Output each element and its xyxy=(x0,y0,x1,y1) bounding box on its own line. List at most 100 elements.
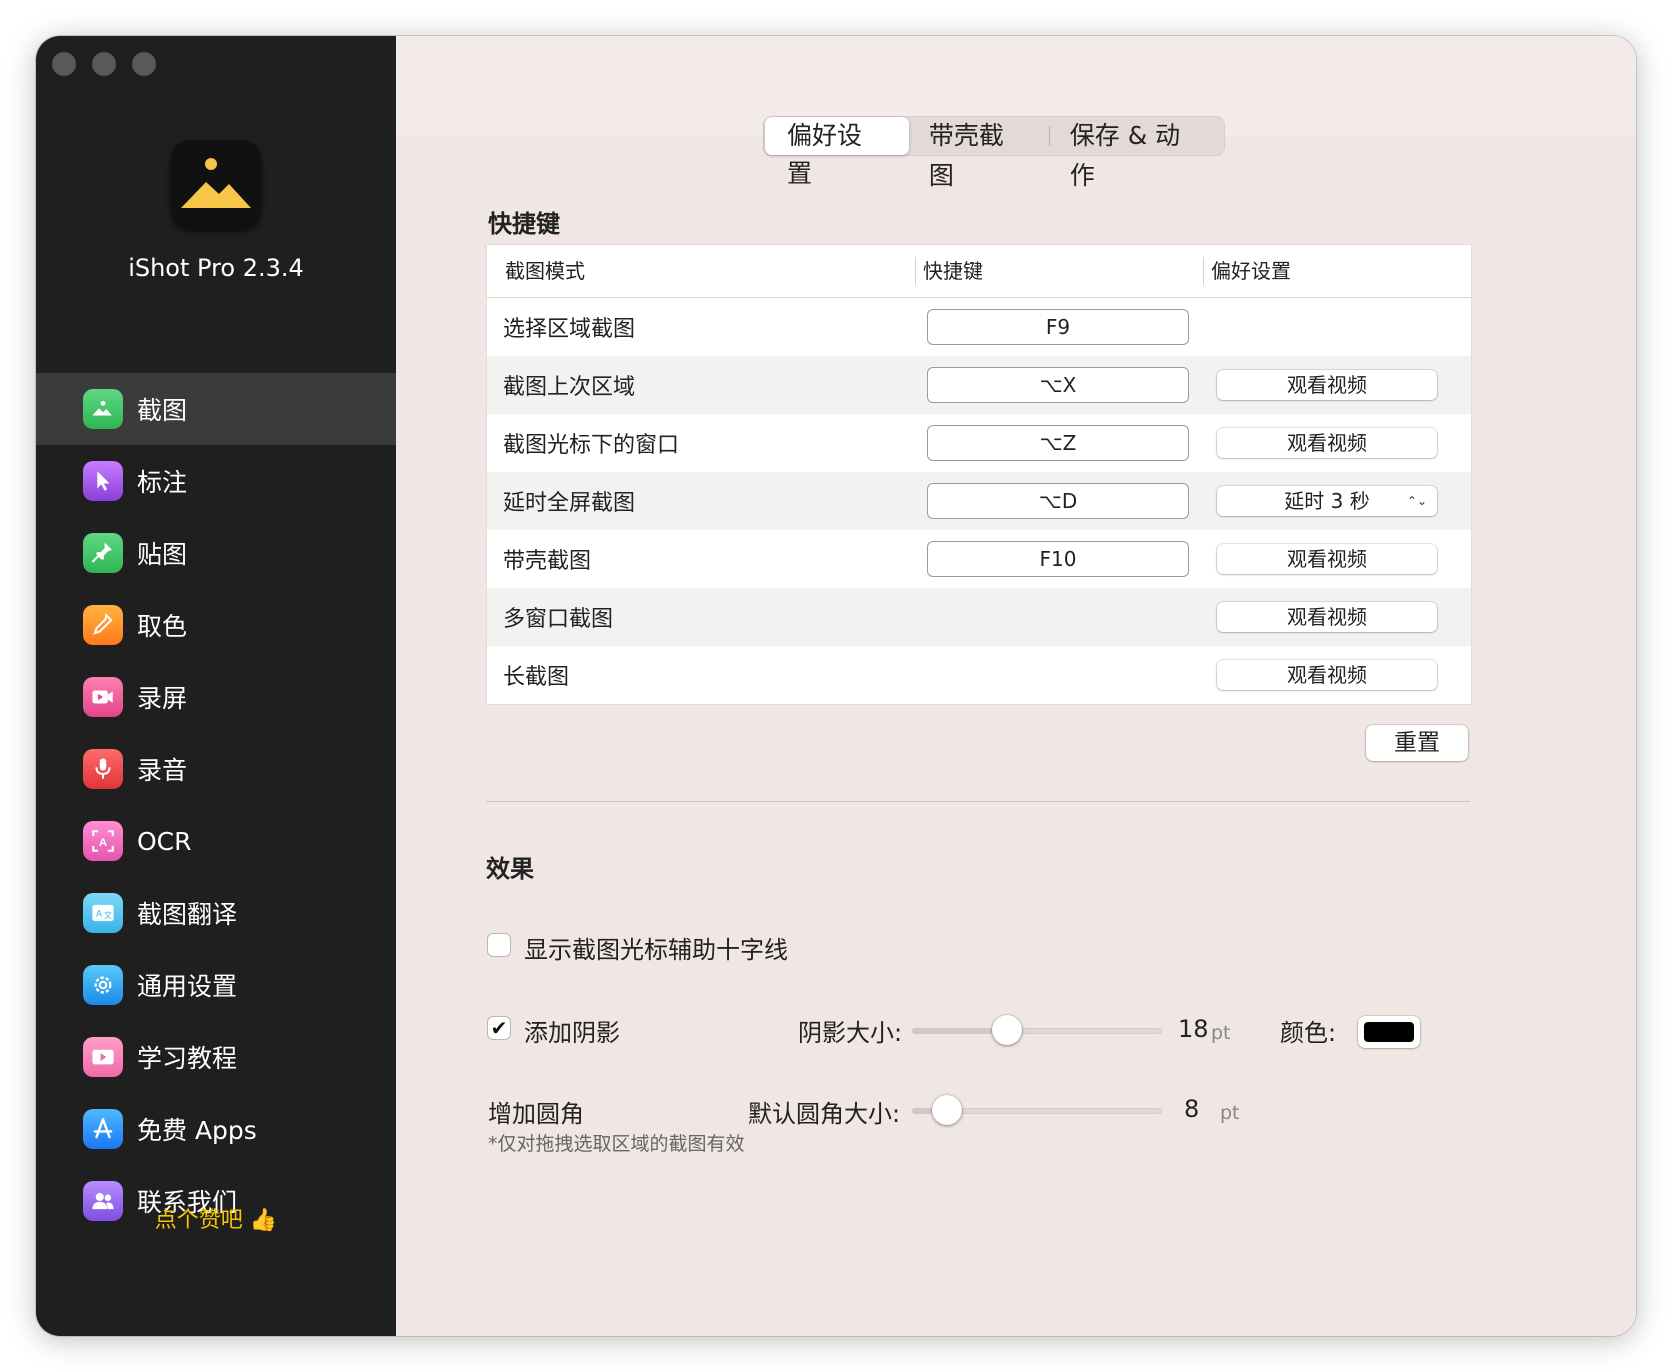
app-logo-icon xyxy=(171,140,261,230)
close-window-button[interactable] xyxy=(52,52,76,76)
button-label: 观看视频 xyxy=(1287,373,1367,397)
sidebar-item-6[interactable]: A OCR xyxy=(36,805,396,877)
watch-video-button[interactable]: 观看视频 xyxy=(1217,660,1437,690)
zoom-window-button[interactable] xyxy=(132,52,156,76)
sidebar-item-label: 截图翻译 xyxy=(137,900,238,929)
table-header: 截图模式 快捷键 偏好设置 xyxy=(487,245,1471,298)
minimize-window-button[interactable] xyxy=(92,52,116,76)
table-row: 多窗口截图 观看视频 xyxy=(487,588,1471,646)
svg-text:A: A xyxy=(99,837,107,849)
sidebar-item-label: 取色 xyxy=(137,612,188,641)
color-label: 颜色: xyxy=(1280,1019,1337,1047)
button-label: 观看视频 xyxy=(1287,663,1367,687)
sidebar-item-2[interactable]: 贴图 xyxy=(36,517,396,589)
shortcut-field[interactable]: ⌥Z xyxy=(927,425,1189,461)
tab-device-frame[interactable]: 带壳截图 xyxy=(909,116,1049,190)
corner-size-label: 默认圆角大小: xyxy=(748,1100,901,1128)
sidebar-item-label: 录音 xyxy=(137,756,188,785)
corner-size-thumb[interactable] xyxy=(932,1095,962,1125)
crosshair-label: 显示截图光标辅助十字线 xyxy=(524,936,788,964)
shadow-color-well[interactable] xyxy=(1358,1016,1420,1048)
shortcuts-title: 快捷键 xyxy=(488,210,560,238)
shortcut-field[interactable]: ⌥X xyxy=(927,367,1189,403)
sidebar-item-label: 截图 xyxy=(137,396,188,425)
svg-text:文: 文 xyxy=(104,910,112,920)
app-store-icon xyxy=(83,1109,123,1149)
watch-video-button[interactable]: 观看视频 xyxy=(1217,428,1437,458)
sidebar-item-label: 免费 Apps xyxy=(137,1116,257,1145)
sidebar-item-label: 录屏 xyxy=(137,684,188,713)
table-row: 截图光标下的窗口 ⌥Z 观看视频 xyxy=(487,414,1471,472)
main-panel: 偏好设置 带壳截图 保存 & 动作 快捷键 截图模式 快捷键 偏好设置 选择区域… xyxy=(396,36,1636,1336)
reset-button[interactable]: 重置 xyxy=(1366,725,1468,761)
sidebar-item-7[interactable]: A 文 截图翻译 xyxy=(36,877,396,949)
corner-size-slider[interactable] xyxy=(912,1095,1162,1125)
corner-size-value: 8 xyxy=(1184,1095,1200,1123)
sidebar-item-8[interactable]: 通用设置 xyxy=(36,949,396,1021)
sidebar-item-1[interactable]: 标注 xyxy=(36,445,396,517)
shadow-size-slider[interactable] xyxy=(912,1015,1162,1045)
capture-mode-label: 多窗口截图 xyxy=(503,607,614,632)
watch-video-button[interactable]: 观看视频 xyxy=(1217,370,1437,400)
sidebar-item-10[interactable]: 免费 Apps xyxy=(36,1093,396,1165)
section-divider xyxy=(486,801,1470,802)
svg-text:A: A xyxy=(96,908,102,918)
sidebar-item-0[interactable]: 截图 xyxy=(36,373,396,445)
sidebar-item-5[interactable]: 录音 xyxy=(36,733,396,805)
sidebar-item-4[interactable]: 录屏 xyxy=(36,661,396,733)
corner-note: *仅对拖拽选取区域的截图有效 xyxy=(488,1133,745,1155)
shadow-checkbox[interactable]: ✔ xyxy=(488,1017,510,1039)
button-label: 延时 3 秒 xyxy=(1284,489,1370,513)
pin-icon xyxy=(83,533,123,573)
gear-icon xyxy=(83,965,123,1005)
shortcut-field[interactable]: F9 xyxy=(927,309,1189,345)
capture-mode-label: 截图光标下的窗口 xyxy=(503,433,680,458)
sidebar-item-9[interactable]: 学习教程 xyxy=(36,1021,396,1093)
chevron-updown-icon: ⌃⌄ xyxy=(1406,494,1427,508)
capture-mode-label: 选择区域截图 xyxy=(503,317,636,342)
capture-mode-label: 延时全屏截图 xyxy=(503,491,636,516)
button-label: 观看视频 xyxy=(1287,605,1367,629)
capture-mode-label: 长截图 xyxy=(503,665,570,690)
checkmark-icon: ✔ xyxy=(490,1016,508,1040)
sidebar-item-3[interactable]: 取色 xyxy=(36,589,396,661)
sidebar-item-label: OCR xyxy=(137,826,192,856)
sidebar-item-label: 通用设置 xyxy=(137,972,238,1001)
film-icon xyxy=(83,1037,123,1077)
sidebar-nav: 截图 标注 贴图 取色 录屏 录音 A OCR A 文截图翻译 通用设置 学习教程 免费 Apps 联系我… xyxy=(36,373,396,1237)
effects-title: 效果 xyxy=(486,855,534,883)
corner-size-unit: pt xyxy=(1220,1102,1240,1124)
capture-mode-label: 截图上次区域 xyxy=(503,375,636,400)
header-preference: 偏好设置 xyxy=(1203,245,1291,297)
shortcut-field[interactable]: F10 xyxy=(927,541,1189,577)
tab-save-actions[interactable]: 保存 & 动作 xyxy=(1050,116,1225,190)
delay-select[interactable]: 延时 3 秒 ⌃⌄ xyxy=(1217,486,1437,516)
sidebar-item-label: 贴图 xyxy=(137,540,188,569)
table-row: 延时全屏截图 ⌥D 延时 3 秒 ⌃⌄ xyxy=(487,472,1471,530)
button-label: 观看视频 xyxy=(1287,431,1367,455)
table-row: 带壳截图 F10 观看视频 xyxy=(487,530,1471,588)
shadow-size-thumb[interactable] xyxy=(992,1015,1022,1045)
landscape-icon xyxy=(83,389,123,429)
shadow-size-value: 18 xyxy=(1178,1015,1209,1043)
watch-video-button[interactable]: 观看视频 xyxy=(1217,544,1437,574)
table-row: 选择区域截图 F9 xyxy=(487,298,1471,356)
header-mode: 截图模式 xyxy=(505,259,585,283)
watch-video-button[interactable]: 观看视频 xyxy=(1217,602,1437,632)
tab-bar: 偏好设置 带壳截图 保存 & 动作 xyxy=(763,116,1225,190)
shortcut-field[interactable]: ⌥D xyxy=(927,483,1189,519)
corner-size-fill xyxy=(912,1108,932,1114)
shadow-color-swatch xyxy=(1364,1022,1414,1042)
sidebar-item-label: 标注 xyxy=(137,468,188,497)
crosshair-checkbox[interactable] xyxy=(488,934,510,956)
like-link[interactable]: 点个赞吧 👍 xyxy=(36,1202,396,1234)
table-body: 选择区域截图 F9 截图上次区域 ⌥X 观看视频 截图光标下的窗口 ⌥Z 观看视频 延时全屏截图… xyxy=(487,298,1471,704)
table-row: 长截图 观看视频 xyxy=(487,646,1471,704)
shortcuts-table: 截图模式 快捷键 偏好设置 选择区域截图 F9 截图上次区域 ⌥X 观看视频 截图光标下的… xyxy=(486,244,1472,705)
video-camera-icon xyxy=(83,677,123,717)
table-row: 截图上次区域 ⌥X 观看视频 xyxy=(487,356,1471,414)
corner-label: 增加圆角 xyxy=(488,1100,584,1128)
capture-mode-label: 带壳截图 xyxy=(503,549,592,574)
sidebar: iShot Pro 2.3.4 截图 标注 贴图 取色 录屏 录音 A OCR A 文截图翻译 通用… xyxy=(36,36,396,1336)
tab-preferences[interactable]: 偏好设置 xyxy=(765,117,909,188)
